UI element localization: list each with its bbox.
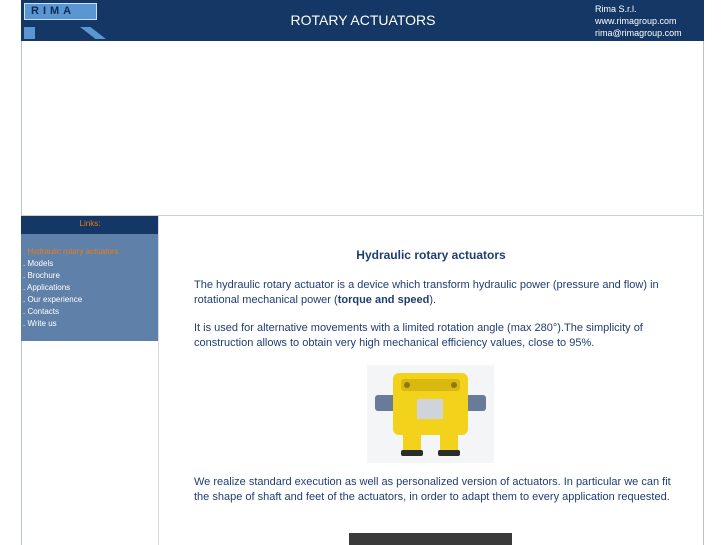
intro-paragraph: The hydraulic rotary actuator is a devic… [194,278,674,308]
sidebar-item-brochure[interactable]: . Brochure [23,270,159,282]
header-bar: RIMA ROTARY ACTUATORS Rima S.r.l. www.ri… [21,0,704,41]
sidebar-item-hydraulic-rotary-actuators[interactable]: . Hydraulic rotary actuators [23,246,159,258]
sidebar-menu: . Hydraulic rotary actuators . Models . … [21,234,159,341]
intro-bold-text: torque and speed [337,294,430,306]
usage-paragraph: It is used for alternative movements wit… [194,322,643,349]
sidebar-heading: Links: [21,216,159,234]
logo-square-shape [24,27,35,39]
sidebar-item-our-experience[interactable]: . Our experience [23,294,159,306]
company-email-link[interactable]: rima@rimagroup.com [595,27,682,39]
logo-wordmark: RIMA [24,3,97,20]
logo-slash-shape [80,27,106,39]
intro-text-end: ). [429,294,437,306]
sidebar-item-write-us[interactable]: . Write us [23,318,159,330]
content-divider [158,216,159,545]
sidebar-item-models[interactable]: . Models [23,258,159,270]
actuator-illustration [367,365,494,463]
customization-paragraph: We realize standard execution as well as… [194,476,671,503]
rima-logo[interactable]: RIMA [24,3,107,40]
actuator-photo [367,365,494,463]
company-name: Rima S.r.l. [595,4,637,14]
sidebar-item-contacts[interactable]: . Contacts [23,306,159,318]
secondary-photo [349,533,512,545]
main-content: Hydraulic rotary actuators The hydraulic… [194,246,674,503]
sidebar-item-applications[interactable]: . Applications [23,282,159,294]
content-heading: Hydraulic rotary actuators [356,248,506,262]
page-title: ROTARY ACTUATORS [290,12,436,28]
company-info: Rima S.r.l. www.rimagroup.com rima@rimag… [595,3,682,39]
company-website-link[interactable]: www.rimagroup.com [595,15,682,27]
